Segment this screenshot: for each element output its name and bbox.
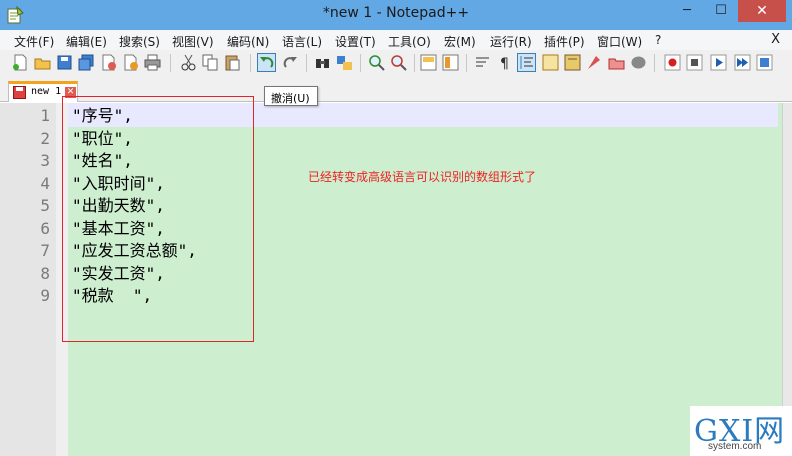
menu-help[interactable]: ? [655,33,661,47]
minimize-button[interactable]: ─ [670,0,704,22]
open-file-icon[interactable] [34,54,51,71]
save-all-icon[interactable] [78,54,95,71]
line-number: 3 [40,151,50,170]
menu-macro[interactable]: 宏(M) [444,33,476,50]
toolbar: ¶ [0,50,792,76]
close-file-icon[interactable] [100,54,117,71]
menu-window[interactable]: 窗口(W) [597,33,642,50]
close-button[interactable]: ✕ [738,0,786,22]
find-icon[interactable] [314,54,331,71]
undo-tooltip: 撤消(U) [264,86,318,106]
line-number: 8 [40,263,50,283]
paste-icon[interactable] [224,54,241,71]
word-wrap-icon[interactable] [474,54,491,71]
new-file-icon[interactable] [12,54,29,71]
close-document-button[interactable]: X [771,32,780,47]
toolbar-separator [250,54,251,72]
line-number: 9 [40,286,50,305]
line-number: 4 [40,173,50,193]
vertical-scrollbar[interactable] [782,103,792,456]
line-number: 2 [40,128,50,148]
toolbar-separator [414,54,415,72]
menu-file[interactable]: 文件(F) [14,33,54,50]
title-bar: *new 1 - Notepad++ ─ ☐ ✕ [0,0,792,30]
unsaved-file-icon [13,86,26,99]
menu-bar: 文件(F) 编辑(E) 搜索(S) 视图(V) 编码(N) 语言(L) 设置(T… [0,30,792,50]
redo-icon[interactable] [282,54,299,71]
toolbar-separator [360,54,361,72]
folder-as-workspace-icon[interactable] [608,54,625,71]
line-number: 1 [40,106,50,125]
toolbar-separator [170,54,171,72]
copy-icon[interactable] [202,54,219,71]
run-macro-multiple-icon[interactable] [734,54,751,71]
sync-vertical-icon[interactable] [420,54,437,71]
line-numbers: 1 2 3 4 5 6 7 8 9 [0,105,50,308]
close-all-icon[interactable] [122,54,139,71]
stop-recording-icon[interactable] [686,54,703,71]
zoom-out-icon[interactable] [390,54,407,71]
zoom-in-icon[interactable] [368,54,385,71]
line-number: 7 [40,241,50,260]
toolbar-separator [654,54,655,72]
monitoring-icon[interactable] [630,54,647,71]
sync-horizontal-icon[interactable] [442,54,459,71]
menu-plugins[interactable]: 插件(P) [544,33,585,50]
toolbar-separator [466,54,467,72]
highlight-box [62,96,254,342]
annotation-text: 已经转变成高级语言可以识别的数组形式了 [308,170,537,184]
record-macro-icon[interactable] [664,54,681,71]
user-defined-language-icon[interactable] [542,54,559,71]
save-icon[interactable] [56,54,73,71]
menu-edit[interactable]: 编辑(E) [66,33,107,50]
replace-icon[interactable] [336,54,353,71]
function-list-icon[interactable] [586,54,603,71]
print-icon[interactable] [144,54,161,71]
menu-encoding[interactable]: 编码(N) [227,33,269,50]
menu-search[interactable]: 搜索(S) [119,33,160,50]
menu-tools[interactable]: 工具(O) [388,33,431,50]
tab-label: new 1 [31,86,62,97]
maximize-button[interactable]: ☐ [704,0,738,22]
playback-macro-icon[interactable] [710,54,727,71]
indent-guide-icon[interactable] [517,53,536,72]
cut-icon[interactable] [180,54,197,71]
save-macro-icon[interactable] [756,54,773,71]
menu-language[interactable]: 语言(L) [282,33,322,50]
line-number: 6 [40,218,50,238]
menu-run[interactable]: 运行(R) [490,33,532,50]
watermark-sub: system.com [708,441,762,452]
line-number: 5 [40,196,50,215]
menu-view[interactable]: 视图(V) [172,33,214,50]
svg-text:¶: ¶ [500,56,509,71]
show-all-characters-icon[interactable]: ¶ [496,54,513,71]
document-map-icon[interactable] [564,54,581,71]
toolbar-separator [306,54,307,72]
watermark-logo: GXI网 system.com [690,406,792,456]
menu-settings[interactable]: 设置(T) [335,33,376,50]
undo-icon[interactable] [257,53,276,72]
